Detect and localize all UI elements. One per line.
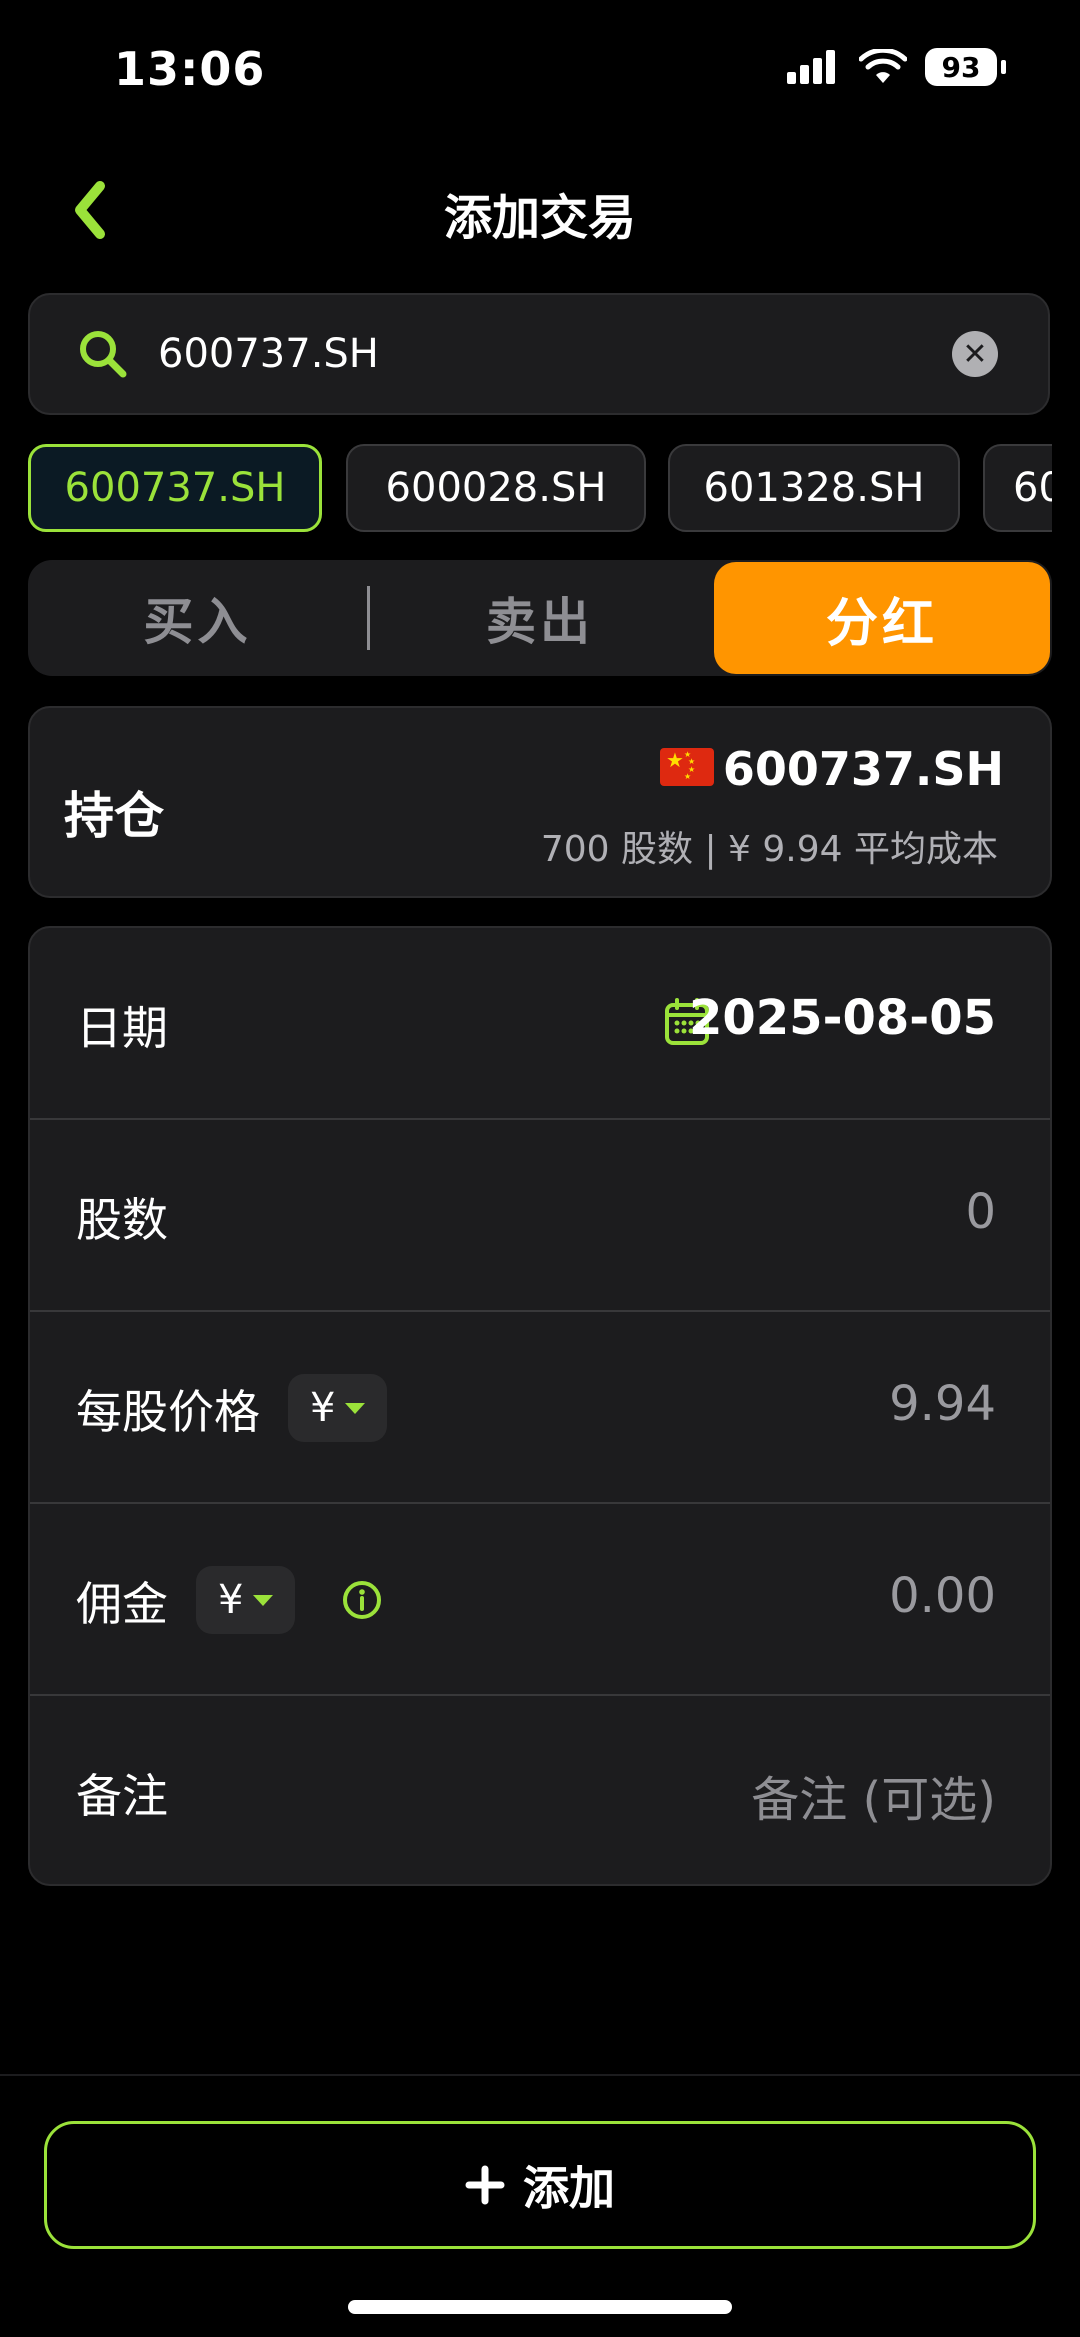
battery-tip bbox=[1001, 60, 1006, 74]
bottom-divider bbox=[0, 2074, 1080, 2076]
holding-ticker: 600737.SH bbox=[722, 742, 1004, 796]
date-value[interactable]: 2025-08-05 bbox=[689, 990, 996, 1046]
holding-card: 持仓 ★ ★ ★ ★ ★ 600737.SH 700 股数 | ¥ 9.94 平… bbox=[28, 706, 1052, 898]
clear-search-button[interactable]: ✕ bbox=[952, 331, 998, 377]
commission-currency-label: ¥ bbox=[218, 1577, 244, 1623]
ticker-chip[interactable]: 600028.SH bbox=[346, 444, 646, 532]
price-currency-label: ¥ bbox=[310, 1385, 336, 1431]
date-label: 日期 bbox=[76, 1001, 168, 1055]
commission-input[interactable]: 0.00 bbox=[889, 1568, 996, 1624]
note-input[interactable]: 备注 (可选) bbox=[751, 1760, 996, 1830]
search-icon bbox=[80, 331, 127, 378]
caret-down-icon bbox=[253, 1594, 274, 1606]
ticker-chip[interactable]: 601328.SH bbox=[668, 444, 960, 532]
status-icons: 93 bbox=[787, 48, 1006, 86]
status-time: 13:06 bbox=[114, 42, 266, 96]
shares-row[interactable]: 股数 0 bbox=[30, 1120, 1050, 1312]
price-row[interactable]: 每股价格 ¥ 9.94 bbox=[30, 1312, 1050, 1504]
search-bar[interactable]: ✕ bbox=[28, 293, 1050, 415]
commission-currency-dropdown[interactable]: ¥ bbox=[196, 1566, 296, 1634]
caret-down-icon bbox=[345, 1402, 366, 1414]
page-title: 添加交易 bbox=[443, 190, 636, 246]
date-row[interactable]: 日期 2025-08-05 bbox=[30, 928, 1050, 1120]
info-icon[interactable] bbox=[342, 1580, 382, 1620]
commission-label: 佣金 bbox=[76, 1577, 168, 1631]
commission-row[interactable]: 佣金 ¥ 0.00 bbox=[30, 1504, 1050, 1696]
shares-label: 股数 bbox=[76, 1193, 168, 1247]
add-button-label: 添加 bbox=[523, 2161, 615, 2215]
ticker-chip[interactable]: 60 bbox=[983, 444, 1052, 532]
wifi-icon bbox=[859, 49, 907, 83]
note-row[interactable]: 备注 备注 (可选) bbox=[30, 1696, 1050, 1884]
note-label: 备注 bbox=[76, 1769, 168, 1823]
shares-input[interactable]: 0 bbox=[965, 1184, 996, 1240]
ticker-chip-list: 600737.SH 600028.SH 601328.SH 60 bbox=[28, 444, 1052, 532]
holding-label: 持仓 bbox=[64, 787, 164, 845]
add-button[interactable]: 添加 bbox=[44, 2121, 1036, 2249]
holding-detail: 700 股数 | ¥ 9.94 平均成本 bbox=[540, 829, 998, 870]
china-flag-icon: ★ ★ ★ ★ ★ bbox=[660, 748, 714, 786]
home-indicator bbox=[348, 2300, 732, 2314]
price-currency-dropdown[interactable]: ¥ bbox=[288, 1374, 388, 1442]
close-icon: ✕ bbox=[962, 336, 988, 372]
transaction-form: 日期 2025-08-05 股数 0 每股价格 ¥ 9.94 佣金 ¥ 0.00… bbox=[28, 926, 1052, 1886]
signal-icon bbox=[787, 50, 835, 84]
tab-buy[interactable]: 买入 bbox=[28, 560, 367, 676]
tab-sell[interactable]: 卖出 bbox=[370, 560, 710, 676]
price-input[interactable]: 9.94 bbox=[889, 1376, 996, 1432]
price-label: 每股价格 bbox=[76, 1385, 260, 1439]
search-input[interactable] bbox=[156, 323, 940, 385]
transaction-type-segment: 买入 卖出 分红 bbox=[28, 560, 1052, 676]
ticker-chip[interactable]: 600737.SH bbox=[28, 444, 322, 532]
plus-icon bbox=[465, 2165, 505, 2205]
tab-dividend[interactable]: 分红 bbox=[714, 562, 1050, 674]
battery-indicator: 93 bbox=[925, 48, 997, 86]
